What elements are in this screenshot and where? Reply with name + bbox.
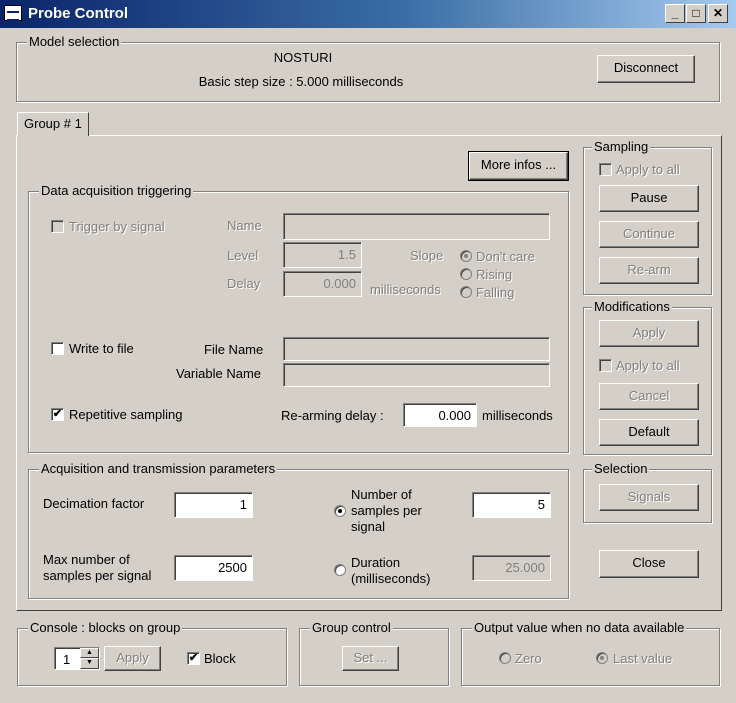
disconnect-button[interactable]: Disconnect bbox=[597, 55, 695, 83]
block-checkbox[interactable]: ✔ bbox=[187, 652, 200, 665]
number-of-samples-radio[interactable] bbox=[334, 505, 346, 517]
rearm-button[interactable]: Re-arm bbox=[599, 257, 699, 284]
level-field[interactable]: 1.5 bbox=[283, 242, 362, 268]
number-of-samples-label-line2: samples per bbox=[351, 503, 422, 518]
decimation-factor-field[interactable]: 1 bbox=[174, 492, 253, 518]
acquisition-group: Acquisition and transmission parameters … bbox=[28, 461, 569, 599]
last-value-label: Last value bbox=[613, 651, 673, 666]
sampling-label: Sampling bbox=[592, 139, 651, 154]
name-label: Name bbox=[227, 218, 262, 233]
spin-down-button[interactable]: ▼ bbox=[80, 658, 99, 669]
window-title: Probe Control bbox=[28, 5, 128, 22]
modifications-apply-to-all-label: Apply to all bbox=[616, 358, 680, 373]
zero-radio[interactable] bbox=[499, 652, 511, 664]
file-name-label: File Name bbox=[204, 342, 264, 357]
duration-label-line2: (milliseconds) bbox=[351, 571, 431, 586]
max-samples-field[interactable]: 2500 bbox=[174, 555, 253, 581]
continue-button[interactable]: Continue bbox=[599, 221, 699, 248]
acquisition-label: Acquisition and transmission parameters bbox=[39, 461, 278, 476]
rearming-delay-label: Re-arming delay : bbox=[281, 408, 384, 423]
write-to-file-label: Write to file bbox=[69, 341, 134, 356]
sampling-group: Sampling Apply to all Pause Continue Re-… bbox=[583, 139, 712, 295]
rearming-delay-field[interactable]: 0.000 bbox=[403, 403, 477, 427]
slope-falling-radio[interactable] bbox=[460, 286, 472, 298]
minimize-button[interactable]: _ bbox=[665, 4, 685, 23]
console-group: Console : blocks on group 1 ▲ ▼ Apply ✔ … bbox=[17, 620, 287, 686]
sampling-apply-to-all-label: Apply to all bbox=[616, 162, 680, 177]
trigger-by-signal-checkbox[interactable] bbox=[51, 220, 64, 233]
repetitive-sampling-label: Repetitive sampling bbox=[69, 407, 183, 422]
triggering-group: Data acquisition triggering Trigger by s… bbox=[28, 183, 569, 453]
tab-group-1[interactable]: Group # 1 bbox=[17, 112, 89, 136]
model-selection-group: Model selection NOSTURI Basic step size … bbox=[16, 34, 720, 102]
default-button[interactable]: Default bbox=[599, 419, 699, 446]
cancel-button[interactable]: Cancel bbox=[599, 383, 699, 410]
set-button[interactable]: Set ... bbox=[342, 646, 399, 671]
probe-control-window: Probe Control _ □ ✕ Model selection NOST… bbox=[0, 0, 736, 703]
duration-field[interactable]: 25.000 bbox=[472, 555, 551, 581]
block-label: Block bbox=[204, 651, 236, 666]
trigger-by-signal-label: Trigger by signal bbox=[69, 219, 165, 234]
pause-button[interactable]: Pause bbox=[599, 185, 699, 212]
file-name-field[interactable] bbox=[283, 337, 550, 361]
slope-dont-care-radio[interactable] bbox=[460, 250, 472, 262]
name-field[interactable] bbox=[283, 213, 550, 240]
apply-button[interactable]: Apply bbox=[599, 320, 699, 347]
duration-label-line1: Duration bbox=[351, 555, 401, 570]
title-bar: Probe Control _ □ ✕ bbox=[0, 0, 736, 28]
rearming-delay-unit: milliseconds bbox=[482, 408, 553, 423]
slope-label: Slope bbox=[410, 248, 444, 263]
zero-label: Zero bbox=[515, 651, 542, 666]
modifications-apply-to-all-checkbox[interactable] bbox=[599, 359, 612, 372]
decimation-factor-label: Decimation factor bbox=[43, 496, 145, 511]
group-control-label: Group control bbox=[310, 620, 393, 635]
modifications-group: Modifications Apply Apply to all Cancel … bbox=[583, 299, 712, 455]
repetitive-sampling-checkbox[interactable]: ✔ bbox=[51, 408, 64, 421]
output-value-group: Output value when no data available Zero… bbox=[461, 620, 720, 686]
level-label: Level bbox=[227, 248, 259, 263]
close-button[interactable]: Close bbox=[599, 550, 699, 578]
output-value-label: Output value when no data available bbox=[472, 620, 687, 635]
modifications-label: Modifications bbox=[592, 299, 672, 314]
number-of-samples-field[interactable]: 5 bbox=[472, 492, 551, 518]
triggering-label: Data acquisition triggering bbox=[39, 183, 194, 198]
step-size-text: Basic step size : 5.000 milliseconds bbox=[198, 74, 404, 89]
console-label: Console : blocks on group bbox=[28, 620, 183, 635]
signals-button[interactable]: Signals bbox=[599, 484, 699, 511]
number-of-samples-label-line1: Number of bbox=[351, 487, 412, 502]
selection-group: Selection Signals bbox=[583, 461, 712, 523]
model-name: NOSTURI bbox=[273, 50, 333, 65]
slope-rising-label: Rising bbox=[476, 267, 513, 282]
app-icon bbox=[4, 5, 22, 21]
slope-dont-care-label: Don't care bbox=[476, 249, 535, 264]
more-infos-button[interactable]: More infos ... bbox=[468, 151, 569, 181]
slope-falling-label: Falling bbox=[476, 285, 515, 300]
close-window-button[interactable]: ✕ bbox=[708, 4, 728, 23]
delay-unit-label: milliseconds bbox=[370, 282, 441, 297]
delay-label: Delay bbox=[227, 276, 261, 291]
maximize-button[interactable]: □ bbox=[686, 4, 706, 23]
slope-rising-radio[interactable] bbox=[460, 268, 472, 280]
duration-radio[interactable] bbox=[334, 564, 346, 576]
spin-up-button[interactable]: ▲ bbox=[80, 648, 99, 658]
number-of-samples-label-line3: signal bbox=[351, 519, 385, 534]
last-value-radio[interactable] bbox=[596, 652, 608, 664]
selection-label: Selection bbox=[592, 461, 650, 476]
write-to-file-checkbox[interactable] bbox=[51, 342, 64, 355]
max-samples-label-line1: Max number of bbox=[43, 552, 130, 567]
model-selection-label: Model selection bbox=[27, 34, 122, 49]
console-apply-button[interactable]: Apply bbox=[104, 646, 161, 671]
max-samples-label-line2: samples per signal bbox=[43, 568, 152, 583]
sampling-apply-to-all-checkbox[interactable] bbox=[599, 163, 612, 176]
delay-field[interactable]: 0.000 bbox=[283, 271, 362, 297]
variable-name-field[interactable] bbox=[283, 363, 550, 387]
variable-name-label: Variable Name bbox=[176, 366, 262, 381]
group-control-group: Group control Set ... bbox=[299, 620, 449, 686]
